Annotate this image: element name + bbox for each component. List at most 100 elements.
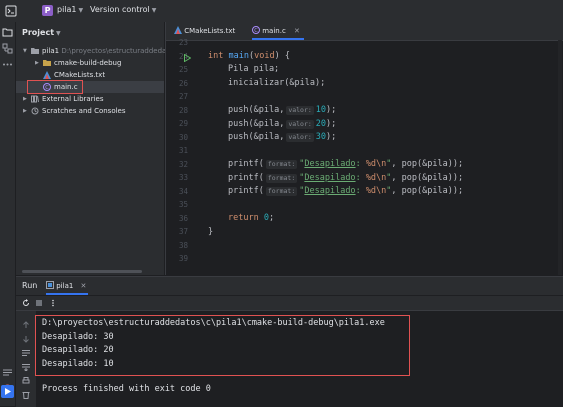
scroll-to-end-icon[interactable] [22,363,30,371]
code-line-36[interactable]: return 0; [228,213,274,223]
close-tab-icon[interactable]: ✕ [294,27,300,35]
line-number: 34 [178,187,188,196]
chevron-down-icon: ▼ [56,30,61,37]
parameter-hint: format: [265,160,298,169]
code-token: (&pila)); [417,186,464,196]
expand-arrow-icon[interactable]: ▶ [23,93,27,105]
code-line-33[interactable]: printf(format: "Desapilado: %d\n", pop(&p… [228,173,463,183]
keyword-return: return [228,213,259,223]
terminal-icon[interactable] [2,367,13,378]
tree-item-label: Scratches and Consoles [42,107,126,115]
horizontal-scrollbar[interactable] [22,270,142,273]
code-token: Pila pila; [228,64,280,74]
string-literal: : [355,186,366,196]
main-menu-icon[interactable] [5,5,17,17]
code-token: (&pila, [248,105,285,115]
string-literal: Desapilado [304,186,356,196]
chevron-down-icon: ▼ [78,7,84,14]
function-pop: pop [401,159,418,169]
line-number: 25 [178,65,188,74]
more-tools-icon[interactable] [2,59,13,70]
code-line-32[interactable]: printf(format: "Desapilado: %d\n", pop(&p… [228,159,463,169]
expand-arrow-icon[interactable]: ▶ [35,57,39,69]
line-number: 32 [178,160,188,169]
code-line-29[interactable]: push(&pila, valor: 20); [228,119,336,129]
code-token: ); [326,132,337,142]
line-number: 26 [178,79,188,88]
code-token: ; [268,213,275,223]
code-token: , [391,173,402,183]
close-tab-icon[interactable]: ✕ [81,282,87,290]
folder-icon[interactable] [2,27,13,38]
line-number: 29 [178,119,188,128]
trash-icon[interactable] [22,391,30,399]
arrow-up-icon[interactable] [22,321,30,329]
parameter-hint: format: [265,174,298,183]
folder-icon [43,59,51,67]
version-control-menu[interactable]: Version control ▼ [90,5,156,14]
function-printf: printf [228,159,259,169]
rerun-icon[interactable] [22,299,30,307]
code-line-34[interactable]: printf(format: "Desapilado: %d\n", pop(&p… [228,186,463,196]
code-line-26[interactable]: inicializar(&pila); [228,78,325,88]
code-token: ); [326,119,337,129]
line-number: 33 [178,173,188,182]
project-panel-title: Project [22,28,55,37]
function-printf: printf [228,173,259,183]
root-folder-name: pila1 [42,47,60,55]
code-line-30[interactable]: push(&pila, valor: 30); [228,132,336,142]
run-panel-title: Run [22,281,38,290]
stop-icon[interactable] [35,299,43,307]
tree-item-label: External Libraries [42,95,104,103]
scratches-icon [31,107,39,115]
line-number: 39 [178,254,188,263]
folder-icon [31,47,39,55]
tree-item-cmake-build-debug[interactable]: ▶ cmake-build-debug [16,57,164,69]
string-literal: Desapilado [304,159,356,169]
tab-main-c[interactable]: C main.c ✕ [252,22,304,40]
code-token: ); [326,105,337,115]
run-config-icon [46,281,54,289]
run-tool-button[interactable] [1,385,14,398]
title-bar: P pila1 ▼ Version control ▼ [0,0,563,23]
project-panel-header[interactable]: Project ▼ [22,28,61,37]
run-panel: Run pila1 ✕ D:\proyectos\estructuraddeda… [16,276,563,407]
format-specifier: %d\n [365,173,387,183]
tree-item-root[interactable]: ▼ pila1 D:\proyectos\estructuraddedatos\ [16,45,179,57]
arrow-down-icon[interactable] [22,335,30,343]
run-tab-pila1[interactable]: pila1 ✕ [46,277,89,295]
function-pop: pop [401,173,418,183]
print-icon[interactable] [22,377,30,385]
vertical-scrollbar[interactable] [558,40,562,275]
project-selector[interactable]: pila1 ▼ [57,5,83,14]
line-number: 31 [178,146,188,155]
keyword-void: void [254,51,275,61]
expand-arrow-icon[interactable]: ▼ [23,45,27,57]
tree-item-external-libraries[interactable]: ▶ External Libraries [16,93,164,105]
editor-tabs: CMakeLists.txt C main.c ✕ [166,22,563,41]
code-token: ( [258,173,264,183]
code-token: , [391,159,402,169]
code-line-25[interactable]: Pila pila; [228,64,279,74]
project-badge[interactable]: P [42,5,53,16]
line-number: 27 [178,92,188,101]
soft-wrap-icon[interactable] [22,349,30,357]
line-number: 35 [178,200,188,209]
tree-item-scratches[interactable]: ▶ Scratches and Consoles [16,105,164,117]
code-token: (&pila)); [417,159,464,169]
code-line-37[interactable]: } [208,227,213,237]
expand-arrow-icon[interactable]: ▶ [23,105,27,117]
more-options-icon[interactable] [49,299,57,307]
run-gutter-icon[interactable] [184,54,191,62]
structure-icon[interactable] [2,43,13,54]
library-icon [31,95,39,103]
version-control-label: Version control [90,5,150,14]
code-line-24[interactable]: int main(void) { [208,51,290,61]
tool-window-strip [0,22,16,406]
parameter-hint: valor: [286,120,314,129]
project-name: pila1 [57,5,77,14]
line-number: 28 [178,106,188,115]
code-line-28[interactable]: push(&pila, valor: 10); [228,105,336,115]
code-token: ) { [274,51,290,61]
function-main: main [228,51,249,61]
